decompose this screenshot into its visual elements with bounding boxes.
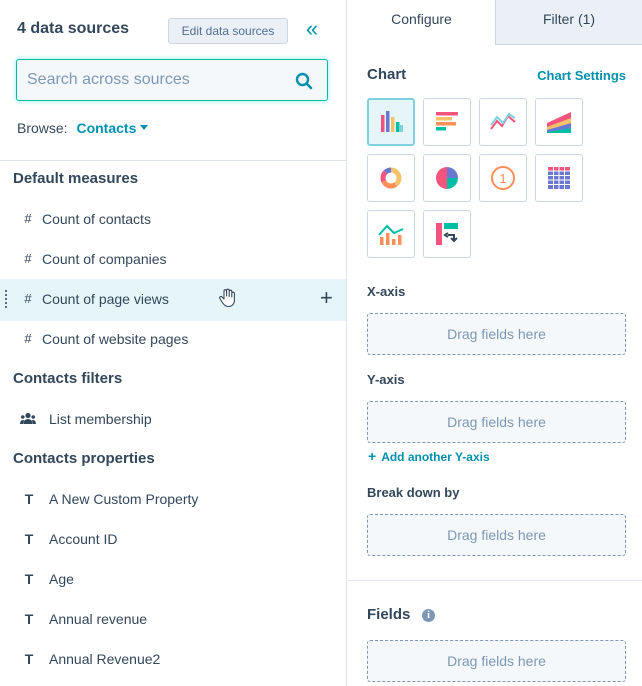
fields-section-title: Fields xyxy=(367,606,411,623)
list-item-label: Count of companies xyxy=(42,251,167,267)
list-item[interactable]: T Annual revenue xyxy=(0,599,346,639)
chart-type-vertical-bar[interactable] xyxy=(367,98,415,146)
browse-dropdown[interactable]: Contacts xyxy=(76,120,149,136)
info-icon[interactable]: i xyxy=(422,609,435,622)
combination-chart-icon xyxy=(378,224,404,245)
chart-type-summary[interactable]: 1 xyxy=(479,154,527,202)
list-item-label: Age xyxy=(49,571,74,587)
list-item-label: Count of website pages xyxy=(42,331,189,347)
list-item[interactable]: T Account ID xyxy=(0,519,346,559)
chart-section-title: Chart xyxy=(367,66,407,83)
list-item-hovered[interactable]: # Count of page views + xyxy=(0,279,346,321)
list-item[interactable]: T Annual Revenue2 xyxy=(0,639,346,679)
chart-type-pivot[interactable] xyxy=(423,210,471,258)
chart-type-area[interactable] xyxy=(535,98,583,146)
pivot-table-icon xyxy=(436,223,458,245)
collapse-double-chevron-icon[interactable]: « xyxy=(298,16,322,42)
text-type-icon: T xyxy=(24,611,34,627)
horizontal-bar-chart-icon xyxy=(436,112,458,131)
people-icon xyxy=(20,412,36,424)
x-axis-label: X-axis xyxy=(367,284,406,299)
sources-title: 4 data sources xyxy=(17,20,130,37)
add-field-plus-icon[interactable]: + xyxy=(320,287,333,309)
plus-icon: + xyxy=(368,448,377,464)
chart-type-table[interactable] xyxy=(535,154,583,202)
summary-number-icon: 1 xyxy=(491,166,515,190)
list-item[interactable]: T A New Custom Property xyxy=(0,479,346,519)
vertical-bar-chart-icon xyxy=(381,111,403,132)
list-item-label: Annual revenue xyxy=(49,611,148,627)
list-item[interactable]: List membership xyxy=(0,399,346,439)
caret-down-icon xyxy=(140,124,149,130)
drag-handle-icon[interactable] xyxy=(5,290,11,308)
x-axis-drop-zone[interactable]: Drag fields here xyxy=(367,313,626,355)
text-type-icon: T xyxy=(24,491,34,507)
browse-label: Browse: xyxy=(17,120,68,136)
list-item-label: Count of page views xyxy=(42,291,169,307)
section-contacts-properties: Contacts properties xyxy=(13,450,155,467)
number-icon: # xyxy=(24,211,32,226)
y-axis-drop-zone[interactable]: Drag fields here xyxy=(367,401,626,443)
area-chart-icon xyxy=(547,112,571,133)
hand-cursor-icon xyxy=(219,288,235,308)
browse-value: Contacts xyxy=(76,120,137,136)
add-y-axis-link[interactable]: + Add another Y-axis xyxy=(368,448,490,464)
list-item-label: Account ID xyxy=(49,531,118,547)
search-icon[interactable] xyxy=(295,72,313,90)
list-item-label: Annual Revenue2 xyxy=(49,651,161,667)
break-down-label: Break down by xyxy=(367,485,460,500)
chart-type-pie[interactable] xyxy=(423,154,471,202)
list-item[interactable]: # Count of website pages xyxy=(0,319,346,359)
chart-settings-link[interactable]: Chart Settings xyxy=(537,68,626,83)
number-icon: # xyxy=(24,331,32,346)
section-contacts-filters: Contacts filters xyxy=(13,370,123,387)
list-item[interactable]: # Count of contacts xyxy=(0,199,346,239)
browse-row: Browse: Contacts xyxy=(17,120,149,136)
edit-data-sources-button[interactable]: Edit data sources xyxy=(168,18,288,44)
list-item[interactable]: T Age xyxy=(0,559,346,599)
chart-type-horizontal-bar[interactable] xyxy=(423,98,471,146)
chart-type-line[interactable] xyxy=(479,98,527,146)
fields-drop-zone[interactable]: Drag fields here xyxy=(367,640,626,682)
text-type-icon: T xyxy=(24,571,34,587)
chart-type-donut[interactable] xyxy=(367,154,415,202)
text-type-icon: T xyxy=(24,651,34,667)
tab-filter[interactable]: Filter (1) xyxy=(496,0,642,45)
text-type-icon: T xyxy=(24,531,34,547)
table-grid-icon xyxy=(548,167,570,189)
data-sources-panel: 4 data sources Edit data sources « Brows… xyxy=(0,0,347,686)
pie-chart-icon xyxy=(436,167,458,189)
y-axis-label: Y-axis xyxy=(367,372,405,387)
sources-header: 4 data sources Edit data sources « Brows… xyxy=(0,0,347,161)
tab-configure[interactable]: Configure xyxy=(348,0,496,45)
section-divider xyxy=(348,580,642,581)
break-down-drop-zone[interactable]: Drag fields here xyxy=(367,514,626,556)
number-icon: # xyxy=(24,251,32,266)
chart-type-combination[interactable] xyxy=(367,210,415,258)
list-item-label: List membership xyxy=(49,411,152,427)
list-item-label: A New Custom Property xyxy=(49,491,199,507)
search-box[interactable] xyxy=(16,59,328,101)
section-default-measures: Default measures xyxy=(13,170,139,187)
list-item[interactable]: # Count of companies xyxy=(0,239,346,279)
donut-chart-icon xyxy=(380,167,402,189)
summary-number-text: 1 xyxy=(499,171,506,186)
number-icon: # xyxy=(24,291,32,306)
list-item-label: Count of contacts xyxy=(42,211,151,227)
line-chart-icon xyxy=(490,112,516,130)
search-input[interactable] xyxy=(27,68,287,92)
add-y-axis-label: Add another Y-axis xyxy=(381,450,490,464)
configure-panel: Configure Filter (1) Chart Chart Setting… xyxy=(348,0,642,686)
